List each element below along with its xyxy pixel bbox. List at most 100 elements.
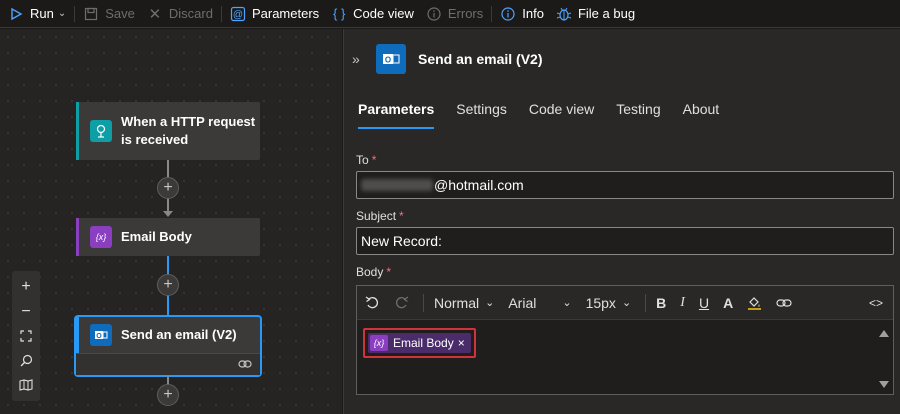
tab-about[interactable]: About [683,101,731,129]
collapse-panel-icon[interactable]: » [352,51,366,67]
trigger-card[interactable]: When a HTTP request is received [76,102,260,160]
fit-view-button[interactable] [16,326,36,346]
font-size-value: 15px [585,294,616,311]
undo-icon [365,296,378,309]
parameters-button[interactable]: @ Parameters [224,0,325,28]
toolbar-divider [423,293,424,312]
remove-token-icon[interactable]: × [458,336,465,350]
toolbar-divider [220,5,222,22]
add-step-button[interactable]: + [157,384,179,406]
redo-icon [396,296,409,309]
required-marker: * [399,209,404,223]
email-body-title: Email Body [121,229,192,244]
workflow-canvas[interactable]: When a HTTP request is received + {x} Em… [0,29,342,414]
info-circle-icon [426,6,442,22]
tab-code-view[interactable]: Code view [529,101,605,129]
editor-toolbar: Normal ⌄ Arial ⌄ 15px ⌄ B I U A <> [357,286,893,320]
scroll-up-icon[interactable] [879,330,889,337]
arrow-down-icon [163,211,173,217]
bold-button[interactable]: B [656,295,666,311]
info-label: Info [522,6,544,21]
designer-toolbar: Run ⌄ Save ✕ Discard @ Parameters { } Co… [0,0,900,28]
card-accent [76,218,79,256]
card-accent [76,102,79,160]
panel-title: Send an email (V2) [418,51,543,67]
info-button[interactable]: Info [494,0,550,28]
search-icon [20,354,32,367]
zoom-in-button[interactable]: + [16,277,36,297]
redo-button[interactable] [394,295,409,310]
to-field[interactable]: @hotmail.com [356,171,894,199]
bug-icon [556,6,572,22]
chevron-down-icon: ⌄ [485,297,495,309]
subject-label: Subject * [356,209,404,223]
scroll-down-icon[interactable] [879,381,889,388]
file-bug-button[interactable]: File a bug [550,0,641,28]
close-icon: ✕ [148,5,162,23]
link-button[interactable] [776,298,792,308]
save-button[interactable]: Save [77,0,141,28]
zoom-out-button[interactable]: − [16,302,36,322]
toolbar-divider [645,293,647,312]
font-size-select[interactable]: 15px ⌄ [586,295,632,311]
parameters-icon: @ [230,6,246,22]
action-details-panel: » O Send an email (V2) Parameters Settin… [343,29,900,414]
search-button[interactable] [16,350,36,370]
undo-button[interactable] [365,295,380,310]
fit-view-icon [20,330,32,342]
run-button[interactable]: Run ⌄ [0,0,72,28]
svg-text:O: O [385,56,391,65]
chevron-down-icon: ⌄ [621,297,632,309]
play-icon [8,6,24,22]
link-icon [776,298,792,307]
subject-label-text: Subject [356,209,397,223]
underline-button[interactable]: U [699,295,709,311]
to-label-text: To [356,153,369,167]
chevron-down-icon: ⌄ [57,8,67,19]
tab-settings[interactable]: Settings [456,101,518,129]
tab-parameters[interactable]: Parameters [358,101,445,129]
subject-field[interactable]: New Record: [356,227,894,255]
subject-value: New Record: [361,233,442,249]
body-label-text: Body [356,265,384,279]
redacted-text [361,179,433,191]
errors-label: Errors [447,6,484,21]
token-highlight: {x} Email Body × [363,328,476,358]
required-marker: * [371,153,377,167]
trigger-title: When a HTTP request is received [121,114,256,147]
paragraph-style-select[interactable]: Normal ⌄ [434,295,494,311]
zoom-controls: + − [12,271,40,401]
link-icon[interactable] [238,357,252,372]
email-body-token[interactable]: {x} Email Body × [368,333,471,353]
font-color-button[interactable]: A [723,295,733,311]
discard-button[interactable]: ✕ Discard [141,0,219,28]
panel-tabs: Parameters Settings Code view Testing Ab… [358,101,741,129]
italic-button[interactable]: I [680,295,685,311]
required-marker: * [386,265,392,279]
font-family-select[interactable]: Arial ⌄ [508,295,571,311]
font-family-value: Arial [508,294,537,311]
send-email-title: Send an email (V2) [121,327,237,342]
code-view-button[interactable]: { } Code view [325,0,420,28]
code-view-toggle[interactable]: <> [869,296,883,310]
minimap-button[interactable] [16,375,36,395]
parameters-label: Parameters [251,6,320,21]
add-step-button[interactable]: + [157,274,179,296]
svg-text:@: @ [233,9,243,20]
errors-button[interactable]: Errors [420,0,489,28]
toolbar-divider [491,5,493,22]
info-icon [500,6,516,22]
email-body-card[interactable]: {x} Email Body [76,218,260,256]
chevron-down-icon: ⌄ [562,297,572,309]
outlook-icon: O [376,44,406,74]
add-step-button[interactable]: + [157,177,179,199]
variable-icon: {x} [90,226,112,248]
code-braces-icon: { } [333,6,346,21]
send-email-card[interactable]: O Send an email (V2) [74,315,262,377]
highlight-button[interactable] [747,295,762,310]
file-bug-label: File a bug [577,6,636,21]
outlook-icon: O [90,324,112,346]
body-editor[interactable]: Normal ⌄ Arial ⌄ 15px ⌄ B I U A <> {x} E… [356,285,894,395]
tab-testing[interactable]: Testing [616,101,671,129]
http-request-icon [90,120,112,142]
